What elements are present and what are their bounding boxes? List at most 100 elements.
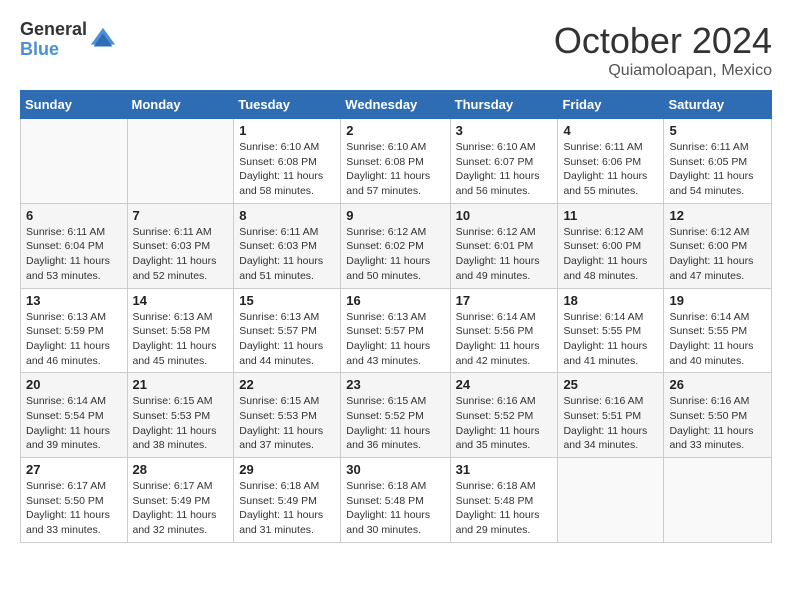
- day-info: Sunrise: 6:13 AMSunset: 5:59 PMDaylight:…: [26, 310, 122, 369]
- location-title: Quiamoloapan, Mexico: [554, 62, 772, 80]
- day-number: 22: [239, 377, 335, 392]
- calendar-cell: 20 Sunrise: 6:14 AMSunset: 5:54 PMDayligh…: [21, 373, 128, 458]
- calendar-cell: 8Sunrise: 6:11 AMSunset: 6:03 PMDaylight…: [234, 203, 341, 288]
- calendar-cell: 3Sunrise: 6:10 AMSunset: 6:07 PMDaylight…: [450, 119, 558, 204]
- day-info: Sunrise: 6:17 AMSunset: 5:49 PMDaylight:…: [133, 479, 229, 538]
- day-info: Sunrise: 6:15 AMSunset: 5:52 PMDaylight:…: [346, 394, 444, 453]
- calendar-week-row: 20 Sunrise: 6:14 AMSunset: 5:54 PMDayligh…: [21, 373, 772, 458]
- day-info: Sunrise: 6:14 AMSunset: 5:55 PMDaylight:…: [669, 310, 766, 369]
- day-info: Sunrise: 6:11 AMSunset: 6:03 PMDaylight:…: [133, 225, 229, 284]
- day-number: 19: [669, 293, 766, 308]
- day-number: 18: [563, 293, 658, 308]
- calendar-cell: 4Sunrise: 6:11 AMSunset: 6:06 PMDaylight…: [558, 119, 664, 204]
- calendar-cell: 26 Sunrise: 6:16 AMSunset: 5:50 PMDayligh…: [664, 373, 772, 458]
- day-number: 5: [669, 123, 766, 138]
- calendar-cell: 9Sunrise: 6:12 AMSunset: 6:02 PMDaylight…: [341, 203, 450, 288]
- calendar-cell: 30 Sunrise: 6:18 AMSunset: 5:48 PMDayligh…: [341, 458, 450, 543]
- title-block: October 2024 Quiamoloapan, Mexico: [554, 20, 772, 80]
- day-number: 24: [456, 377, 553, 392]
- day-number: 27: [26, 462, 122, 477]
- calendar-cell: 14 Sunrise: 6:13 AMSunset: 5:58 PMDayligh…: [127, 288, 234, 373]
- day-number: 3: [456, 123, 553, 138]
- day-info: Sunrise: 6:16 AMSunset: 5:51 PMDaylight:…: [563, 394, 658, 453]
- day-number: 26: [669, 377, 766, 392]
- calendar-cell: [127, 119, 234, 204]
- day-info: Sunrise: 6:11 AMSunset: 6:05 PMDaylight:…: [669, 140, 766, 199]
- calendar-cell: 28 Sunrise: 6:17 AMSunset: 5:49 PMDayligh…: [127, 458, 234, 543]
- weekday-header: Thursday: [450, 91, 558, 119]
- calendar-cell: 16 Sunrise: 6:13 AMSunset: 5:57 PMDayligh…: [341, 288, 450, 373]
- calendar-cell: 11 Sunrise: 6:12 AMSunset: 6:00 PMDayligh…: [558, 203, 664, 288]
- day-info: Sunrise: 6:13 AMSunset: 5:58 PMDaylight:…: [133, 310, 229, 369]
- logo-blue: Blue: [20, 40, 87, 60]
- day-number: 23: [346, 377, 444, 392]
- day-number: 28: [133, 462, 229, 477]
- weekday-header: Monday: [127, 91, 234, 119]
- day-number: 21: [133, 377, 229, 392]
- calendar-week-row: 6 Sunrise: 6:11 AMSunset: 6:04 PMDaylight…: [21, 203, 772, 288]
- day-number: 12: [669, 208, 766, 223]
- logo-icon: [89, 26, 117, 54]
- weekday-header: Saturday: [664, 91, 772, 119]
- calendar-cell: 19 Sunrise: 6:14 AMSunset: 5:55 PMDayligh…: [664, 288, 772, 373]
- calendar-cell: 6 Sunrise: 6:11 AMSunset: 6:04 PMDaylight…: [21, 203, 128, 288]
- day-number: 16: [346, 293, 444, 308]
- day-number: 31: [456, 462, 553, 477]
- day-info: Sunrise: 6:15 AMSunset: 5:53 PMDaylight:…: [239, 394, 335, 453]
- day-info: Sunrise: 6:14 AMSunset: 5:54 PMDaylight:…: [26, 394, 122, 453]
- day-number: 15: [239, 293, 335, 308]
- calendar-cell: 22 Sunrise: 6:15 AMSunset: 5:53 PMDayligh…: [234, 373, 341, 458]
- day-info: Sunrise: 6:18 AMSunset: 5:48 PMDaylight:…: [456, 479, 553, 538]
- calendar-week-row: 1Sunrise: 6:10 AMSunset: 6:08 PMDaylight…: [21, 119, 772, 204]
- day-number: 13: [26, 293, 122, 308]
- calendar-cell: 15 Sunrise: 6:13 AMSunset: 5:57 PMDayligh…: [234, 288, 341, 373]
- calendar-cell: 13 Sunrise: 6:13 AMSunset: 5:59 PMDayligh…: [21, 288, 128, 373]
- calendar-week-row: 27 Sunrise: 6:17 AMSunset: 5:50 PMDayligh…: [21, 458, 772, 543]
- calendar-cell: 27 Sunrise: 6:17 AMSunset: 5:50 PMDayligh…: [21, 458, 128, 543]
- calendar-cell: 21 Sunrise: 6:15 AMSunset: 5:53 PMDayligh…: [127, 373, 234, 458]
- day-number: 11: [563, 208, 658, 223]
- calendar-cell: 18 Sunrise: 6:14 AMSunset: 5:55 PMDayligh…: [558, 288, 664, 373]
- day-number: 2: [346, 123, 444, 138]
- calendar-cell: 2Sunrise: 6:10 AMSunset: 6:08 PMDaylight…: [341, 119, 450, 204]
- day-info: Sunrise: 6:11 AMSunset: 6:04 PMDaylight:…: [26, 225, 122, 284]
- logo: General Blue: [20, 20, 117, 60]
- day-number: 8: [239, 208, 335, 223]
- day-info: Sunrise: 6:12 AMSunset: 6:00 PMDaylight:…: [563, 225, 658, 284]
- calendar-cell: 31 Sunrise: 6:18 AMSunset: 5:48 PMDayligh…: [450, 458, 558, 543]
- day-number: 7: [133, 208, 229, 223]
- logo-general: General: [20, 20, 87, 40]
- weekday-header: Wednesday: [341, 91, 450, 119]
- calendar-cell: [664, 458, 772, 543]
- weekday-header-row: SundayMondayTuesdayWednesdayThursdayFrid…: [21, 91, 772, 119]
- day-number: 30: [346, 462, 444, 477]
- calendar-cell: 7 Sunrise: 6:11 AMSunset: 6:03 PMDaylight…: [127, 203, 234, 288]
- calendar-cell: 5 Sunrise: 6:11 AMSunset: 6:05 PMDaylight…: [664, 119, 772, 204]
- day-number: 10: [456, 208, 553, 223]
- calendar-cell: 12 Sunrise: 6:12 AMSunset: 6:00 PMDayligh…: [664, 203, 772, 288]
- day-info: Sunrise: 6:14 AMSunset: 5:55 PMDaylight:…: [563, 310, 658, 369]
- day-info: Sunrise: 6:16 AMSunset: 5:52 PMDaylight:…: [456, 394, 553, 453]
- calendar-cell: 24 Sunrise: 6:16 AMSunset: 5:52 PMDayligh…: [450, 373, 558, 458]
- calendar-cell: 1Sunrise: 6:10 AMSunset: 6:08 PMDaylight…: [234, 119, 341, 204]
- page-header: General Blue October 2024 Quiamoloapan, …: [20, 20, 772, 80]
- calendar-cell: 25Sunrise: 6:16 AMSunset: 5:51 PMDayligh…: [558, 373, 664, 458]
- weekday-header: Sunday: [21, 91, 128, 119]
- day-number: 14: [133, 293, 229, 308]
- day-number: 17: [456, 293, 553, 308]
- calendar-cell: 17Sunrise: 6:14 AMSunset: 5:56 PMDayligh…: [450, 288, 558, 373]
- day-info: Sunrise: 6:16 AMSunset: 5:50 PMDaylight:…: [669, 394, 766, 453]
- day-number: 20: [26, 377, 122, 392]
- calendar-cell: 10Sunrise: 6:12 AMSunset: 6:01 PMDayligh…: [450, 203, 558, 288]
- calendar-table: SundayMondayTuesdayWednesdayThursdayFrid…: [20, 90, 772, 543]
- day-info: Sunrise: 6:13 AMSunset: 5:57 PMDaylight:…: [239, 310, 335, 369]
- day-number: 4: [563, 123, 658, 138]
- day-info: Sunrise: 6:17 AMSunset: 5:50 PMDaylight:…: [26, 479, 122, 538]
- day-info: Sunrise: 6:15 AMSunset: 5:53 PMDaylight:…: [133, 394, 229, 453]
- day-number: 6: [26, 208, 122, 223]
- day-info: Sunrise: 6:12 AMSunset: 6:00 PMDaylight:…: [669, 225, 766, 284]
- day-info: Sunrise: 6:13 AMSunset: 5:57 PMDaylight:…: [346, 310, 444, 369]
- calendar-cell: [21, 119, 128, 204]
- calendar-cell: 23 Sunrise: 6:15 AMSunset: 5:52 PMDayligh…: [341, 373, 450, 458]
- day-info: Sunrise: 6:18 AMSunset: 5:48 PMDaylight:…: [346, 479, 444, 538]
